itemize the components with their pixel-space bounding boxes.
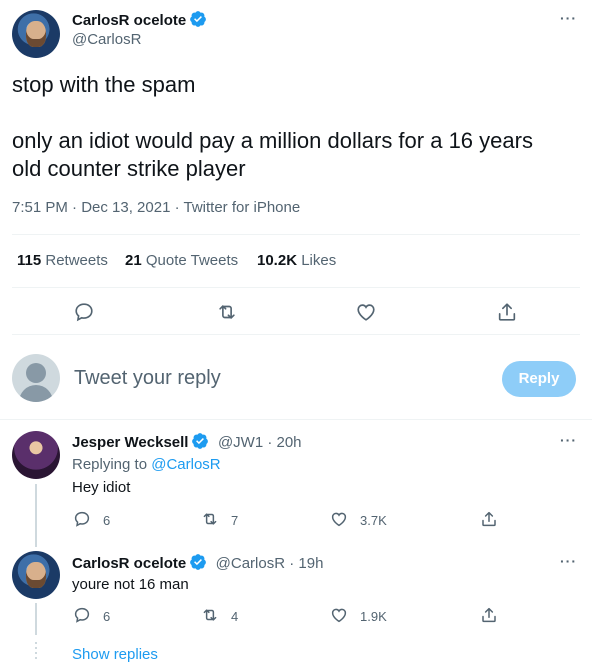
verified-badge-icon <box>190 554 207 570</box>
author-avatar[interactable] <box>12 10 60 58</box>
tweet-text-line-3: old counter strike player <box>12 156 246 181</box>
reply-text: Hey idiot <box>72 479 131 496</box>
reply-input[interactable]: Tweet your reply <box>74 367 474 390</box>
reply-handle-time[interactable]: @JW1 · 20h <box>218 434 302 451</box>
more-icon[interactable]: ··· <box>560 553 577 569</box>
share-icon[interactable] <box>480 606 498 624</box>
replying-to-link[interactable]: @CarlosR <box>151 456 220 473</box>
more-icon[interactable]: ··· <box>560 432 577 448</box>
comment-icon[interactable] <box>73 301 95 323</box>
like-count: 3.7K <box>360 513 387 528</box>
retweet-icon[interactable] <box>201 510 219 528</box>
heart-icon[interactable] <box>330 606 348 624</box>
retweet-count: 4 <box>231 609 239 624</box>
heart-icon[interactable] <box>330 510 348 528</box>
reply-avatar[interactable] <box>12 551 60 599</box>
reply-avatar[interactable] <box>12 431 60 479</box>
reply-button[interactable]: Reply <box>502 361 576 397</box>
divider <box>12 334 580 335</box>
verified-badge-icon <box>190 11 207 27</box>
likes-stat[interactable]: 10.2K Likes <box>257 252 336 269</box>
share-icon[interactable] <box>480 510 498 528</box>
reply-text: youre not 16 man <box>72 576 189 593</box>
divider <box>12 287 580 288</box>
divider <box>12 234 580 235</box>
heart-icon[interactable] <box>355 301 377 323</box>
user-avatar <box>12 354 60 402</box>
retweet-icon[interactable] <box>216 301 238 323</box>
thread-line <box>35 603 37 635</box>
retweets-stat[interactable]: 115 Retweets <box>17 252 108 269</box>
divider <box>0 419 592 420</box>
author-name-row: CarlosR ocelote <box>72 10 207 30</box>
retweet-icon[interactable] <box>201 606 219 624</box>
like-count: 1.9K <box>360 609 387 624</box>
comment-icon[interactable] <box>73 606 91 624</box>
author-name[interactable]: CarlosR ocelote <box>72 12 186 29</box>
quote-tweets-stat[interactable]: 21 Quote Tweets <box>125 252 238 269</box>
replying-to: Replying to @CarlosR <box>72 456 221 473</box>
share-icon[interactable] <box>496 301 518 323</box>
tweet-text-line-2: only an idiot would pay a million dollar… <box>12 128 533 153</box>
retweet-count: 7 <box>231 513 239 528</box>
show-replies-link[interactable]: Show replies <box>72 646 158 663</box>
reply-count: 6 <box>103 513 111 528</box>
reply-author-name[interactable]: Jesper Wecksell <box>72 434 188 451</box>
tweet-text-line-1: stop with the spam <box>12 72 196 97</box>
reply-count: 6 <box>103 609 111 624</box>
thread-line <box>35 484 37 547</box>
author-handle[interactable]: @CarlosR <box>72 31 141 48</box>
verified-badge-icon <box>192 433 209 449</box>
more-icon[interactable]: ··· <box>560 10 577 26</box>
reply-header: Jesper Wecksell @JW1 · 20h <box>72 432 302 452</box>
thread-dots <box>35 642 37 662</box>
reply-author-name[interactable]: CarlosR ocelote <box>72 555 186 572</box>
tweet-meta[interactable]: 7:51 PM · Dec 13, 2021 · Twitter for iPh… <box>12 199 300 216</box>
reply-handle-time[interactable]: @CarlosR · 19h <box>216 555 324 572</box>
reply-header: CarlosR ocelote @CarlosR · 19h <box>72 553 323 573</box>
comment-icon[interactable] <box>73 510 91 528</box>
